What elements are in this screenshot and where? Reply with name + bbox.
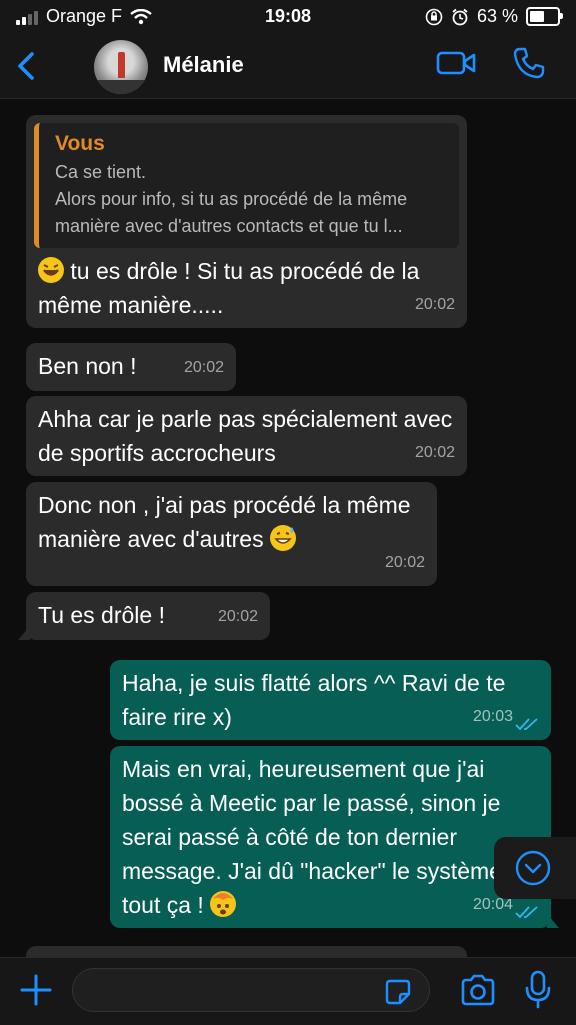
message-time: 20:02 (414, 444, 455, 461)
camera-icon[interactable] (460, 974, 496, 1006)
battery-icon (526, 7, 563, 26)
quote-text: Ca se tient. Alors pour info, si tu as pr… (55, 162, 408, 236)
message-bubble-incoming[interactable]: Ben non ! 20:02 (26, 343, 236, 391)
alarm-icon (452, 8, 468, 25)
sticker-icon[interactable] (384, 978, 412, 1006)
contact-name[interactable]: Mélanie (163, 52, 244, 78)
message-time: 20:02 (384, 554, 425, 571)
composer-bar (0, 957, 576, 1025)
message-bubble-incoming[interactable]: Tu es drôle ! 20:02 (18, 592, 270, 640)
message-text: Tu es drôle ! (38, 602, 165, 628)
grinning-sweat-emoji (269, 525, 296, 551)
quoted-message[interactable]: Vous Ca se tient. Alors pour info, si tu … (34, 123, 459, 248)
message-time: 20:02 (183, 359, 224, 376)
message-text: Donc non , j'ai pas procédé la même mani… (38, 492, 411, 552)
message-text: Mais en vrai, heureusement que j'ai boss… (122, 756, 509, 918)
exploding-head-emoji (210, 891, 237, 917)
message-text: tu es drôle ! Si tu as procédé de la mêm… (38, 258, 420, 318)
message-bubble-incoming[interactable]: Ahha car je parle pas spécialement avec … (26, 396, 467, 476)
scroll-to-bottom-button[interactable] (494, 837, 576, 899)
message-bubble-incoming[interactable]: Donc non , j'ai pas procédé la même mani… (26, 482, 437, 586)
chat-header: Mélanie (0, 34, 576, 99)
message-list[interactable]: Vous Ca se tient. Alors pour info, si tu … (0, 99, 576, 957)
battery-level (530, 11, 544, 22)
message-bubble-incoming[interactable] (26, 946, 467, 957)
message-text: Ben non ! (38, 353, 137, 379)
message-bubble-outgoing[interactable]: Mais en vrai, heureusement que j'ai boss… (110, 746, 559, 928)
message-text: Ahha car je parle pas spécialement avec … (38, 406, 453, 466)
chevron-down-icon (515, 850, 551, 886)
phone-icon[interactable] (512, 46, 546, 80)
back-chevron-icon[interactable] (10, 48, 42, 84)
status-bar: Orange F 19:08 63 % (0, 0, 576, 34)
read-receipt-icon (515, 906, 538, 919)
quote-author: Vous (55, 132, 105, 155)
message-time: 20:02 (217, 608, 258, 625)
battery-percent: 63 % (476, 6, 518, 26)
message-text: Haha, je suis flatté alors ^^ Ravi de te… (122, 670, 506, 730)
orientation-lock-icon (425, 8, 443, 25)
message-time: 20:03 (472, 708, 513, 725)
message-bubble-incoming[interactable]: Vous Ca se tient. Alors pour info, si tu … (26, 115, 467, 328)
rolling-on-floor-laughing-emoji (38, 257, 64, 283)
status-right: 63 % (425, 6, 563, 27)
microphone-icon[interactable] (524, 970, 552, 1010)
read-receipt-icon (515, 718, 538, 731)
message-time: 20:02 (414, 296, 455, 313)
avatar[interactable] (94, 40, 148, 94)
message-bubble-outgoing[interactable]: Haha, je suis flatté alors ^^ Ravi de te… (110, 660, 551, 740)
video-call-icon[interactable] (436, 48, 476, 78)
message-input[interactable] (72, 968, 430, 1012)
plus-icon[interactable] (18, 972, 54, 1008)
